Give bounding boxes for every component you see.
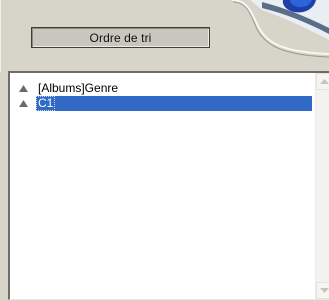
sort-ascending-icon[interactable]: [16, 96, 30, 111]
sort-order-window: Ordre de tri [Albums]Genre C1: [0, 0, 329, 301]
scroll-up-button[interactable]: [316, 73, 329, 90]
sort-list-items: [Albums]Genre C1: [12, 81, 312, 111]
list-item-label: [Albums]Genre: [38, 81, 119, 95]
chevron-up-icon: [320, 79, 329, 84]
vertical-scrollbar[interactable]: [315, 73, 329, 299]
sort-ascending-icon[interactable]: [16, 81, 30, 96]
scroll-down-button[interactable]: [316, 282, 329, 299]
chevron-down-icon: [320, 288, 329, 293]
sort-order-title-text: Ordre de tri: [89, 30, 152, 45]
list-item-label: C1: [36, 96, 56, 111]
list-item[interactable]: [Albums]Genre: [12, 81, 312, 96]
list-item-selected[interactable]: C1: [12, 96, 312, 111]
sort-order-title: Ordre de tri: [31, 27, 210, 48]
sort-order-list[interactable]: [Albums]Genre C1: [8, 71, 329, 300]
selection-highlight: [36, 96, 312, 111]
